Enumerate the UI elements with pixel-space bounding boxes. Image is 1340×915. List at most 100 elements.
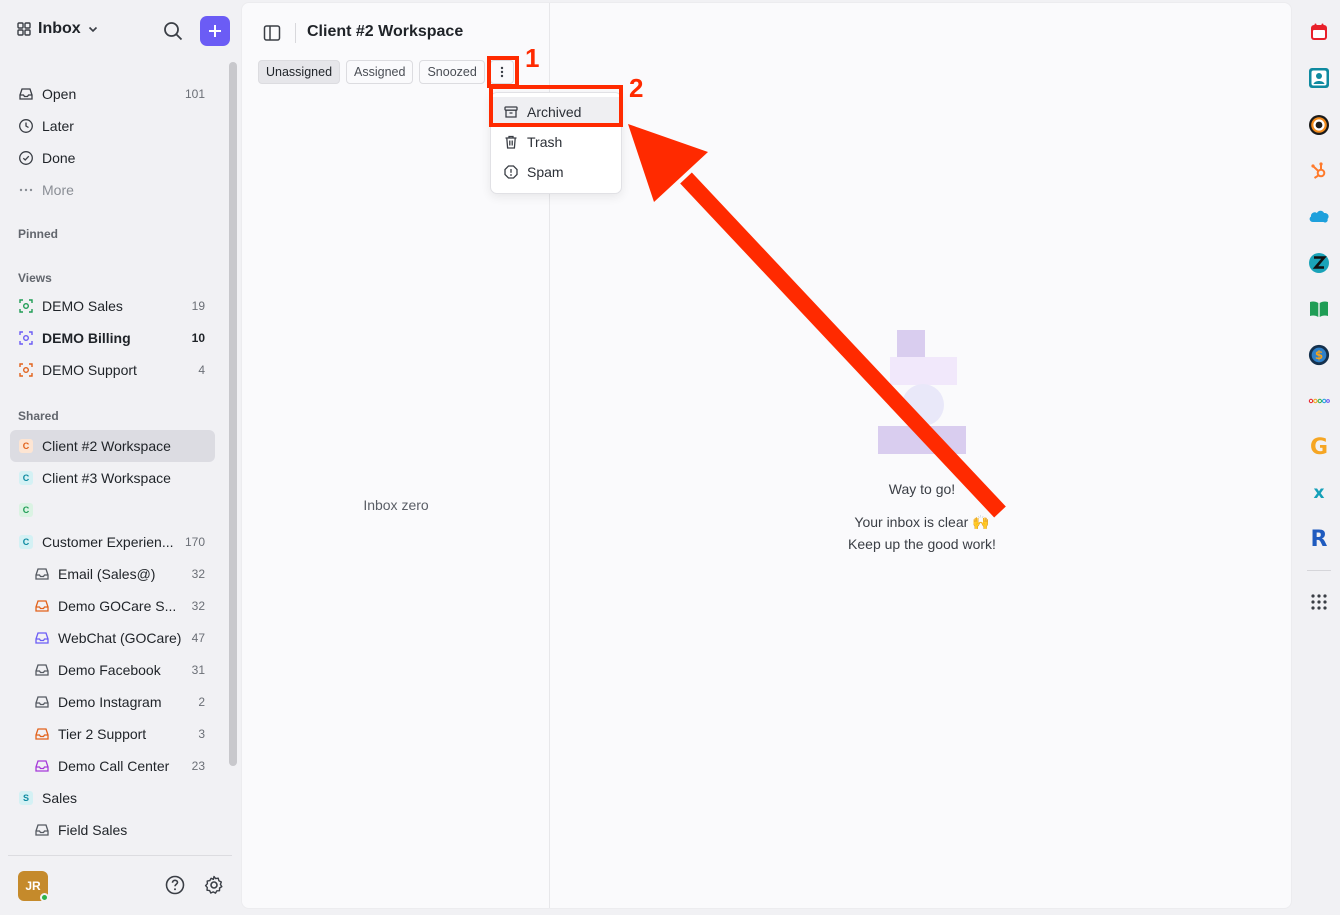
inbox-count: 2 xyxy=(198,695,205,709)
view-count: 4 xyxy=(198,363,205,377)
shared-item-customer-experience[interactable]: C Customer Experien... 170 xyxy=(10,526,215,558)
menu-item-spam[interactable]: Spam xyxy=(491,157,621,187)
view-item-demo-support[interactable]: DEMO Support 4 xyxy=(10,354,215,386)
menu-item-label: Trash xyxy=(527,134,563,150)
trash-icon xyxy=(503,134,519,150)
inbox-count: 32 xyxy=(191,567,205,581)
rail-divider xyxy=(1307,570,1331,571)
inbox-item-demo-facebook[interactable]: Demo Facebook 31 xyxy=(10,654,215,686)
inbox-item-demo-gocare[interactable]: Demo GOCare S... 32 xyxy=(10,590,215,622)
plus-icon xyxy=(209,25,221,37)
inbox-switcher-label: Inbox xyxy=(38,20,81,37)
inbox-item-demo-call-center[interactable]: Demo Call Center 23 xyxy=(10,750,215,782)
conversation-list-pane: Client #2 Workspace Unassigned Assigned … xyxy=(242,3,643,908)
view-icon xyxy=(18,298,34,314)
inbox-label: Demo Facebook xyxy=(58,662,161,678)
shared-count: 170 xyxy=(184,535,205,549)
inbox-count: 47 xyxy=(191,631,205,645)
r-logo-icon[interactable]: R xyxy=(1308,527,1330,550)
inbox-count: 23 xyxy=(191,759,205,773)
empty-state-line2: Keep up the good work! xyxy=(848,536,996,552)
shared-item-client-3[interactable]: C Client #3 Workspace xyxy=(10,462,215,494)
nav-label: Later xyxy=(42,118,74,134)
inbox-tray-icon xyxy=(34,662,50,678)
x-logo-icon[interactable]: x xyxy=(1308,481,1330,503)
inbox-item-email-sales[interactable]: Email (Sales@) 32 xyxy=(10,558,215,590)
help-button[interactable] xyxy=(164,874,186,899)
nav-label: More xyxy=(42,182,74,198)
inbox-item-tier-2-support[interactable]: Tier 2 Support 3 xyxy=(10,718,215,750)
svg-text:G: G xyxy=(1310,435,1328,458)
sidebar-scrollbar[interactable] xyxy=(229,62,237,766)
inbox-tray-icon xyxy=(34,726,50,742)
hubspot-icon[interactable] xyxy=(1308,160,1330,182)
book-icon[interactable] xyxy=(1308,298,1330,320)
workspace-badge: S xyxy=(19,791,33,805)
page-title: Client #2 Workspace xyxy=(307,23,464,40)
search-button[interactable] xyxy=(162,20,184,42)
dots-logo-icon[interactable] xyxy=(1308,390,1330,412)
section-title-pinned: Pinned xyxy=(18,227,59,241)
status-tabs: Unassigned Assigned Snoozed xyxy=(258,60,485,84)
inbox-label: Demo Instagram xyxy=(58,694,162,710)
shared-item-sales[interactable]: S Sales xyxy=(10,782,215,814)
annotation-number-1: 1 xyxy=(525,43,540,73)
tab-unassigned[interactable]: Unassigned xyxy=(258,60,341,84)
nav-item-more[interactable]: More xyxy=(10,174,215,206)
grid-icon xyxy=(17,22,31,36)
chevron-down-icon xyxy=(88,26,97,33)
inbox-switcher[interactable]: Inbox xyxy=(16,20,99,38)
tab-snoozed[interactable]: Snoozed xyxy=(419,60,485,84)
contact-card-icon[interactable] xyxy=(1308,67,1330,89)
dollar-icon[interactable]: $ xyxy=(1308,344,1330,366)
tab-assigned[interactable]: Assigned xyxy=(346,60,414,84)
header-divider xyxy=(295,23,296,43)
inbox-label: Email (Sales@) xyxy=(58,566,156,582)
spam-octagon-icon xyxy=(503,164,519,180)
empty-state-line1: Your inbox is clear 🙌 xyxy=(854,514,990,530)
main-panel: Client #2 Workspace Unassigned Assigned … xyxy=(241,2,1292,909)
annotation-highlight-2 xyxy=(489,85,623,127)
svg-text:x: x xyxy=(1314,483,1325,502)
view-count: 19 xyxy=(191,299,205,313)
help-icon xyxy=(165,875,185,895)
zendesk-icon[interactable] xyxy=(1308,252,1330,274)
apps-grid-icon[interactable] xyxy=(1308,591,1330,613)
nav-label: Done xyxy=(42,150,76,166)
view-label: DEMO Billing xyxy=(42,330,131,346)
menu-item-label: Spam xyxy=(527,164,564,180)
sidebar-nav: Open 101 Later Done More Pinned Views DE… xyxy=(10,78,215,846)
calendar-icon[interactable] xyxy=(1308,21,1330,43)
settings-button[interactable] xyxy=(203,874,225,899)
g-logo-icon[interactable]: G xyxy=(1308,435,1330,458)
view-item-demo-sales[interactable]: DEMO Sales 19 xyxy=(10,290,215,322)
inbox-item-field-sales[interactable]: Field Sales xyxy=(10,814,215,846)
compose-button[interactable] xyxy=(200,16,230,46)
ellipsis-icon xyxy=(18,182,34,198)
workspace-badge: C xyxy=(19,471,33,485)
nav-item-done[interactable]: Done xyxy=(10,142,215,174)
inbox-count: 31 xyxy=(191,663,205,677)
menu-item-trash[interactable]: Trash xyxy=(491,127,621,157)
salesforce-icon[interactable] xyxy=(1308,205,1330,227)
target-icon[interactable] xyxy=(1308,114,1330,136)
inbox-item-webchat[interactable]: WebChat (GOCare) 47 xyxy=(10,622,215,654)
nav-item-later[interactable]: Later xyxy=(10,110,215,142)
toggle-sidebar-button[interactable] xyxy=(262,23,282,46)
inbox-item-demo-instagram[interactable]: Demo Instagram 2 xyxy=(10,686,215,718)
sidebar-footer: JR xyxy=(8,855,232,915)
empty-state-illustration xyxy=(878,330,966,454)
shared-label: Client #3 Workspace xyxy=(42,470,171,486)
nav-item-open[interactable]: Open 101 xyxy=(10,78,215,110)
inbox-label: Tier 2 Support xyxy=(58,726,147,742)
nav-label: Open xyxy=(42,86,77,102)
view-label: DEMO Sales xyxy=(42,298,123,314)
gear-icon xyxy=(204,875,223,894)
inbox-tray-icon xyxy=(18,86,34,102)
shared-item-client-2[interactable]: C Client #2 Workspace xyxy=(10,430,215,462)
inbox-tray-icon xyxy=(34,566,50,582)
view-item-demo-billing[interactable]: DEMO Billing 10 xyxy=(10,322,215,354)
sidebar: Inbox Open 101 Later Done More Pinned Vi… xyxy=(0,0,240,915)
shared-item-unnamed[interactable]: C xyxy=(10,494,215,526)
inbox-tray-icon xyxy=(34,694,50,710)
